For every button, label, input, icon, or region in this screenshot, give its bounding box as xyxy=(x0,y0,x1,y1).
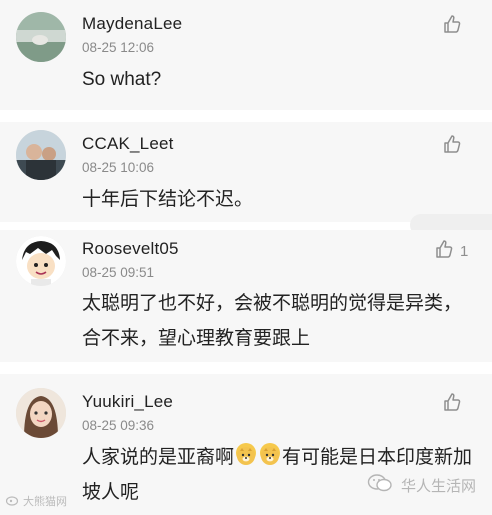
like-button[interactable]: 1 xyxy=(434,239,468,263)
comment-time: 08-25 10:06 xyxy=(82,160,155,175)
like-button[interactable] xyxy=(442,14,468,38)
comment-text: So what? xyxy=(82,69,162,90)
like-count: 1 xyxy=(460,242,469,260)
avatar[interactable] xyxy=(16,388,66,438)
doge-emoji-icon xyxy=(260,443,281,465)
comment-text-part: 人家说的是亚裔啊 xyxy=(82,447,235,468)
watermark-left-text: 大熊猫网 xyxy=(23,496,67,508)
divider xyxy=(0,362,492,374)
comment-item: Roosevelt05 08-25 09:51 太聪明了也不好，会被不聪明的觉得… xyxy=(0,230,492,362)
watermark-right: 华人生活网 xyxy=(367,473,476,497)
doge-emoji-icon xyxy=(236,443,257,465)
comment-text: 太聪明了也不好，会被不聪明的觉得是异类，合不来，望心理教育要跟上 xyxy=(82,293,463,349)
watermark-right-text: 华人生活网 xyxy=(400,477,476,495)
comment-time: 08-25 09:51 xyxy=(82,265,155,280)
thumbs-up-icon xyxy=(442,14,462,38)
thumbs-up-icon xyxy=(442,392,462,416)
comment-author[interactable]: Yuukiri_Lee xyxy=(82,392,173,412)
watermark-left: 大熊猫网 xyxy=(5,493,67,509)
thumbs-up-icon xyxy=(434,239,454,263)
comment-author[interactable]: CCAK_Leet xyxy=(82,134,174,154)
comment-time: 08-25 09:36 xyxy=(82,418,155,433)
avatar[interactable] xyxy=(16,236,66,286)
like-button[interactable] xyxy=(442,134,468,158)
weibo-icon xyxy=(5,494,20,509)
thumbs-up-icon xyxy=(442,134,462,158)
avatar[interactable] xyxy=(16,12,66,62)
wechat-icon xyxy=(367,473,393,497)
divider xyxy=(0,110,492,122)
comment-author[interactable]: Roosevelt05 xyxy=(82,239,179,259)
comment-time: 08-25 12:06 xyxy=(82,40,155,55)
avatar[interactable] xyxy=(16,130,66,180)
like-button[interactable] xyxy=(442,392,468,416)
comment-author[interactable]: MaydenaLee xyxy=(82,14,182,34)
comment-text: 十年后下结论不迟。 xyxy=(82,189,254,210)
comment-item: CCAK_Leet 08-25 10:06 十年后下结论不迟。 xyxy=(0,122,492,222)
comment-item: MaydenaLee 08-25 12:06 So what? xyxy=(0,0,492,110)
